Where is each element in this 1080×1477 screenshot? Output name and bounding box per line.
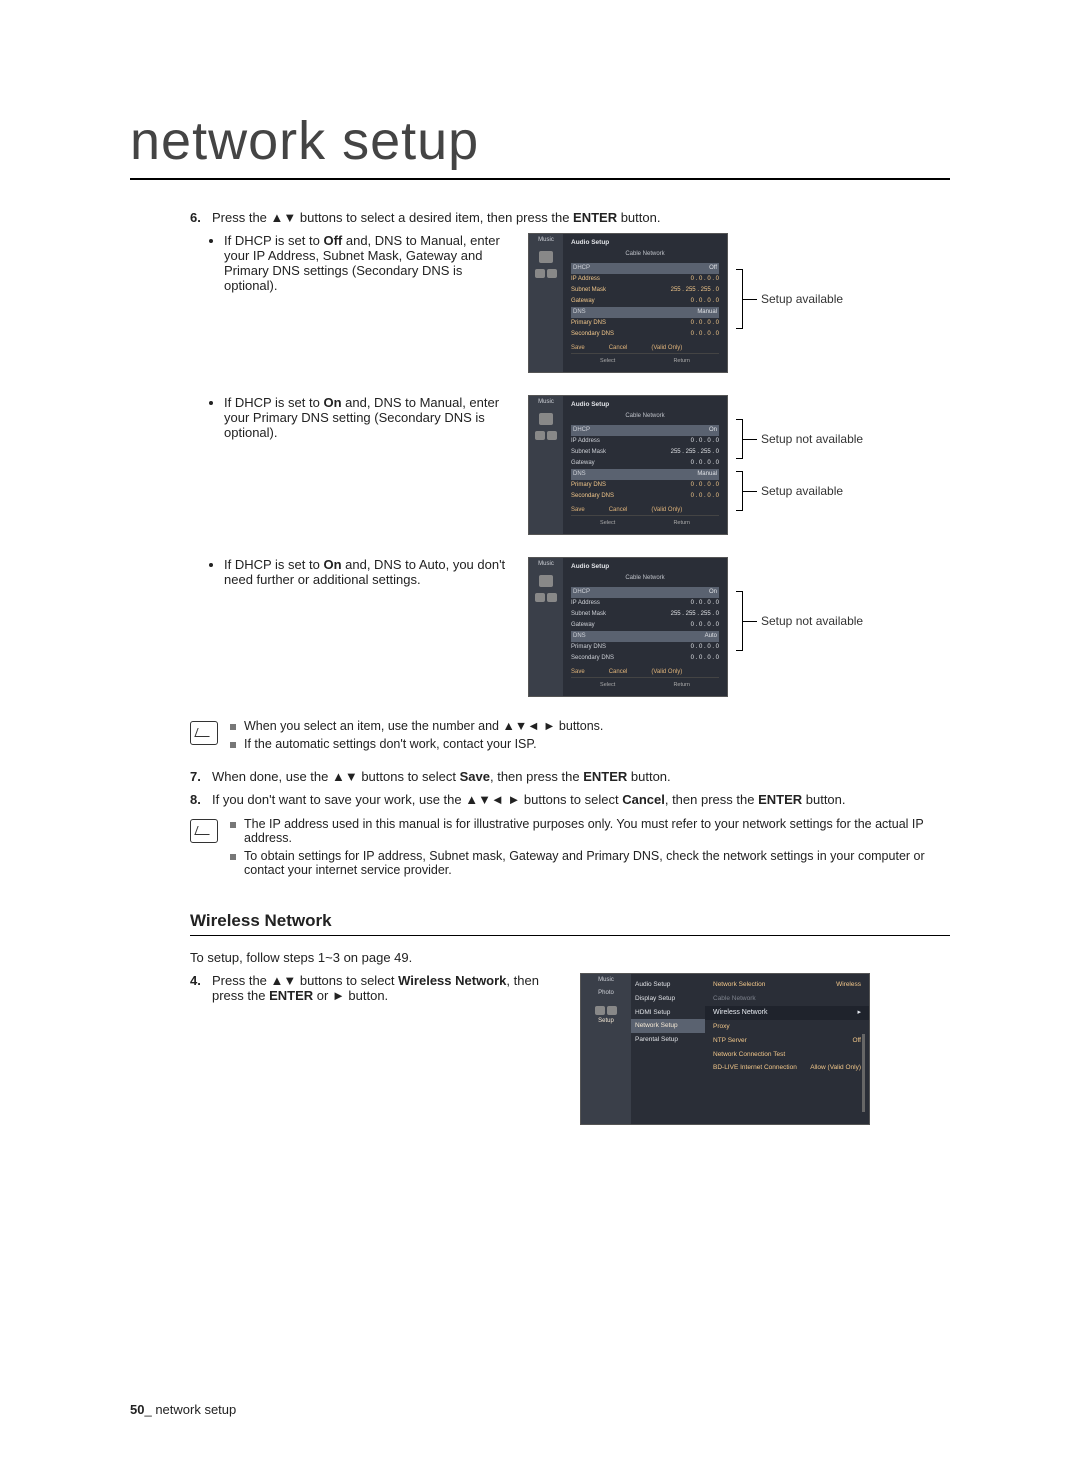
ui-mock-2: Music Audio Setup Cable Network DHCPOn I… [528,395,728,535]
bdlive-row[interactable]: BD-LIVE Internet ConnectionAllow (Valid … [713,1061,861,1075]
wireless-heading: Wireless Network [190,911,950,931]
page-title: network setup [130,110,950,172]
menu-item[interactable]: Display Setup [635,992,701,1006]
note-ip-info: The IP address used in this manual is fo… [190,817,950,881]
note-item: The IP address used in this manual is fo… [244,817,950,845]
note-navigation-hint: When you select an item, use the number … [190,719,950,755]
note-icon [190,721,218,745]
cancel-button[interactable]: Cancel [609,668,628,677]
note-item: To obtain settings for IP address, Subne… [244,849,950,877]
note-icon [190,819,218,843]
callout-setup-available: Setup available [736,471,863,511]
wireless-step-4: 4. Press the ▲▼ buttons to select Wirele… [190,973,950,1125]
callout-setup-not-available: Setup not available [736,591,863,651]
cable-network-row[interactable]: Cable Network [713,992,861,1006]
sidebar-item-photo[interactable]: Photo [581,987,631,1000]
wireless-rule [190,935,950,936]
ntp-row[interactable]: NTP ServerOff [713,1034,861,1048]
case-dhcp-on-dns-auto: If DHCP is set to On and, DNS to Auto, y… [190,557,950,697]
proxy-row[interactable]: Proxy [713,1020,861,1034]
cancel-button[interactable]: Cancel [609,506,628,515]
ui-heading: Audio Setup [571,238,719,248]
case-dhcp-on-dns-manual: If DHCP is set to On and, DNS to Manual,… [190,395,950,535]
wireless-intro: To setup, follow steps 1~3 on page 49. [190,950,950,965]
case-dhcp-on-manual-text: If DHCP is set to On and, DNS to Manual,… [224,395,508,440]
save-button[interactable]: Save [571,344,585,353]
ui-mock-3: Music Audio Setup Cable Network DHCPOn I… [528,557,728,697]
network-selection-label: Network Selection [713,980,765,990]
page-footer: 50_ network setup [130,1402,236,1417]
step-8: 8. If you don't want to save your work, … [190,792,950,807]
ui-mock-wireless: Music Photo Setup Audio Setup Display Se… [580,973,870,1125]
select-hint: Select [600,357,615,365]
icon-photo [539,251,553,263]
callout-setup-not-available: Setup not available [736,419,863,459]
valid-label: (Valid Only) [651,344,682,353]
save-button[interactable]: Save [571,506,585,515]
wireless-network-row[interactable]: Wireless Network▸ [705,1006,869,1021]
scrollbar[interactable] [862,1034,865,1112]
case-dhcp-on-auto-text: If DHCP is set to On and, DNS to Auto, y… [224,557,508,587]
menu-item-selected[interactable]: Network Setup [631,1019,705,1033]
menu-item[interactable]: Parental Setup [635,1033,701,1047]
sidebar-item-music[interactable]: Music [581,974,631,987]
step-6-text: Press the ▲▼ buttons to select a desired… [212,210,950,225]
save-button[interactable]: Save [571,668,585,677]
cancel-button[interactable]: Cancel [609,344,628,353]
step-6-number: 6. [190,210,212,225]
case-dhcp-off: If DHCP is set to Off and, DNS to Manual… [190,233,950,373]
note-item: If the automatic settings don't work, co… [244,737,537,751]
step-6: 6. Press the ▲▼ buttons to select a desi… [190,210,950,225]
return-hint: Return [673,357,690,365]
network-test-row[interactable]: Network Connection Test [713,1048,861,1062]
note-item: When you select an item, use the number … [244,719,603,733]
case-dhcp-off-text: If DHCP is set to Off and, DNS to Manual… [224,233,508,293]
ui-mock-1: Music Audio Setup Cable Network DHCPOff … [528,233,728,373]
sidebar-item-setup[interactable]: Setup [581,1015,631,1028]
title-rule [130,178,950,180]
menu-item[interactable]: HDMI Setup [635,1006,701,1020]
step-7: 7. When done, use the ▲▼ buttons to sele… [190,769,950,784]
callout-setup-available: Setup available [736,269,843,329]
menu-item[interactable]: Audio Setup [635,978,701,992]
